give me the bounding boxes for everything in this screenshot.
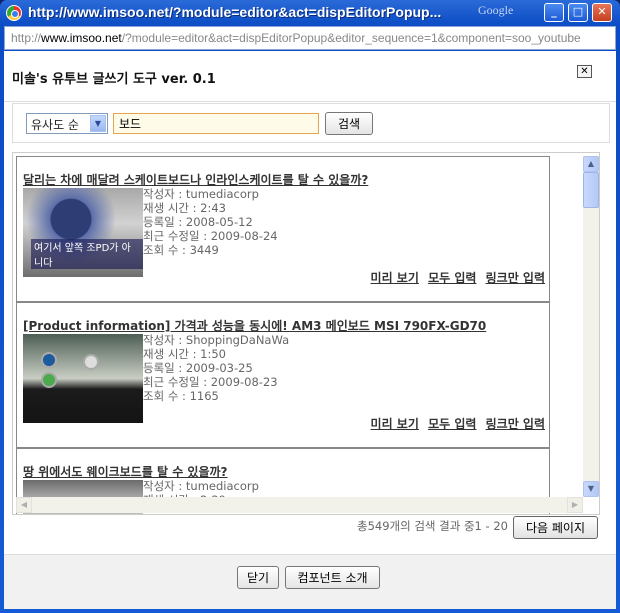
search-button[interactable]: 검색 — [325, 112, 373, 135]
result-modified: 최근 수정일 : 2009-08-23 — [143, 375, 278, 389]
insert-link-only-link[interactable]: 링크만 입력 — [486, 417, 545, 431]
result-title[interactable]: 달리는 차에 매달려 스케이트보드나 인라인스케이트를 탈 수 있을까? — [23, 171, 368, 188]
result-registered: 등록일 : 2009-03-25 — [143, 361, 253, 375]
chrome-icon — [6, 5, 22, 21]
result-duration: 재생 시간 : 1:50 — [143, 347, 226, 361]
preview-link[interactable]: 미리 보기 — [371, 271, 419, 285]
scroll-right-icon[interactable]: ▶ — [567, 497, 583, 513]
scroll-up-icon[interactable]: ▲ — [583, 156, 599, 172]
result-author: 작성자 : ShoppingDaNaWa — [143, 333, 290, 347]
close-button[interactable]: 닫기 — [237, 566, 279, 589]
popup-title: 미솔's 유투브 글쓰기 도구 ver. 0.1 — [12, 72, 216, 87]
results-list: 달리는 차에 매달려 스케이트보드나 인라인스케이트를 탈 수 있을까? 여기서… — [16, 156, 550, 514]
video-thumbnail[interactable] — [23, 334, 143, 423]
window-close-button[interactable]: ✕ — [592, 3, 612, 22]
chevron-down-icon[interactable]: ▼ — [90, 115, 106, 132]
minimize-button[interactable]: _ — [544, 3, 564, 22]
insert-all-link[interactable]: 모두 입력 — [428, 417, 476, 431]
next-page-button[interactable]: 다음 페이지 — [513, 516, 598, 539]
title-bar[interactable]: http://www.imsoo.net/?module=editor&act=… — [0, 0, 620, 26]
popup-content: 미솔's 유투브 글쓰기 도구 ver. 0.1 ✕ 유사도 순 ▼ 검색 달리… — [4, 51, 616, 609]
result-views: 조회 수 : 1165 — [143, 389, 219, 403]
search-input[interactable] — [113, 113, 319, 134]
maximize-button[interactable]: □ — [568, 3, 588, 22]
video-thumbnail[interactable]: 여기서 앞쪽 조PD가 아니다 — [23, 188, 143, 277]
result-title[interactable]: [Product information] 가격과 성능을 동시에! AM3 메… — [23, 317, 486, 334]
divider — [4, 101, 616, 102]
insert-link-only-link[interactable]: 링크만 입력 — [486, 271, 545, 285]
component-about-button[interactable]: 컴포넌트 소개 — [285, 566, 380, 589]
thumbnail-caption: 여기서 앞쪽 조PD가 아니다 — [31, 239, 143, 269]
result-item: 달리는 차에 매달려 스케이트보드나 인라인스케이트를 탈 수 있을까? 여기서… — [16, 156, 550, 302]
result-item: [Product information] 가격과 성능을 동시에! AM3 메… — [16, 302, 550, 448]
window-title: http://www.imsoo.net/?module=editor&act=… — [28, 4, 442, 20]
port-graphic — [83, 354, 99, 370]
result-summary: 총549개의 검색 결과 중1 - 20 — [357, 519, 508, 533]
scroll-down-icon[interactable]: ▼ — [583, 481, 599, 497]
port-graphic — [41, 372, 57, 388]
insert-all-link[interactable]: 모두 입력 — [428, 271, 476, 285]
sort-select[interactable]: 유사도 순 ▼ — [26, 113, 108, 134]
result-meta: 작성자 : ShoppingDaNaWa 재생 시간 : 1:50 등록일 : … — [143, 333, 289, 403]
preview-link[interactable]: 미리 보기 — [371, 417, 419, 431]
horizontal-scrollbar[interactable]: ◀ ▶ — [16, 497, 583, 513]
result-author: 작성자 : tumediacorp — [143, 187, 259, 201]
url-host: www.imsoo.net — [41, 31, 122, 45]
search-bar: 유사도 순 ▼ 검색 — [12, 103, 610, 143]
result-views: 조회 수 : 3449 — [143, 243, 219, 257]
result-meta: 작성자 : tumediacorp 재생 시간 : 2:43 등록일 : 200… — [143, 187, 278, 257]
port-graphic — [41, 352, 57, 368]
bottom-bar: 닫기 컴포넌트 소개 — [4, 554, 616, 609]
popup-close-icon[interactable]: ✕ — [577, 65, 592, 78]
sort-selected-value: 유사도 순 — [31, 118, 79, 132]
result-actions: 미리 보기 모두 입력 링크만 입력 — [366, 269, 545, 286]
results-scroll-frame[interactable]: 달리는 차에 매달려 스케이트보드나 인라인스케이트를 탈 수 있을까? 여기서… — [12, 152, 600, 515]
vertical-scrollbar[interactable]: ▲ ▼ — [583, 156, 599, 497]
url-path: /?module=editor&act=dispEditorPopup&edit… — [121, 31, 581, 45]
browser-popup-window: http://www.imsoo.net/?module=editor&act=… — [0, 0, 620, 613]
result-actions: 미리 보기 모두 입력 링크만 입력 — [366, 415, 545, 432]
scrollbar-thumb[interactable] — [583, 172, 599, 208]
scroll-left-icon[interactable]: ◀ — [16, 497, 32, 513]
result-modified: 최근 수정일 : 2009-08-24 — [143, 229, 278, 243]
result-author: 작성자 : tumediacorp — [143, 479, 259, 493]
url-scheme: http:// — [11, 31, 42, 45]
result-title[interactable]: 땅 위에서도 웨이크보드를 탈 수 있을까? — [23, 463, 228, 480]
result-registered: 등록일 : 2008-05-12 — [143, 215, 253, 229]
result-duration: 재생 시간 : 2:43 — [143, 201, 226, 215]
address-bar[interactable]: http://www.imsoo.net/?module=editor&act=… — [4, 26, 616, 50]
google-brand: Google — [478, 3, 514, 17]
